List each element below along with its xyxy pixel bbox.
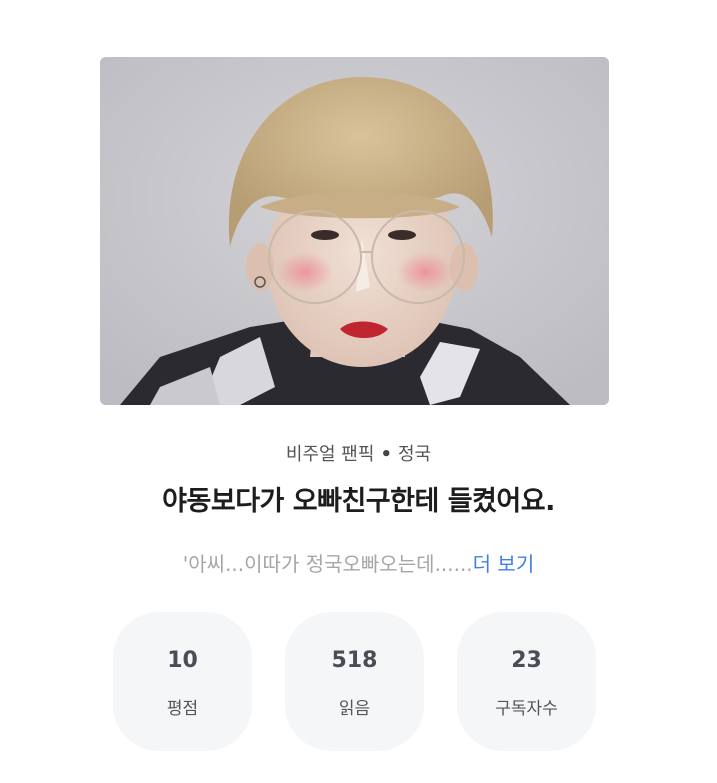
excerpt-text: '아씨...이따가 정국오빠오는데...... [182,552,473,576]
category-line: 비주얼 팬픽 • 정국 [0,443,717,467]
stat-value: 23 [511,648,542,673]
separator-dot: • [380,444,392,465]
stat-value: 518 [331,648,378,673]
genre-label[interactable]: 비주얼 팬픽 [286,444,375,465]
cover-photo [100,57,609,405]
cover-image [100,57,609,405]
stat-subscribers: 23 구독자수 [457,612,596,751]
member-label[interactable]: 정국 [398,444,431,465]
story-title: 야동보다가 오빠친구한테 들켰어요. [162,486,555,517]
story-excerpt: '아씨...이따가 정국오빠오는데......더 보기 [0,550,717,578]
stat-label: 평점 [166,699,199,719]
stat-reads: 518 읽음 [285,612,424,751]
read-more-link[interactable]: 더 보기 [473,552,535,576]
stat-label: 읽음 [338,699,371,719]
stat-value: 10 [167,648,198,673]
stat-label: 구독자수 [495,699,558,719]
stat-rating: 10 평점 [113,612,252,751]
